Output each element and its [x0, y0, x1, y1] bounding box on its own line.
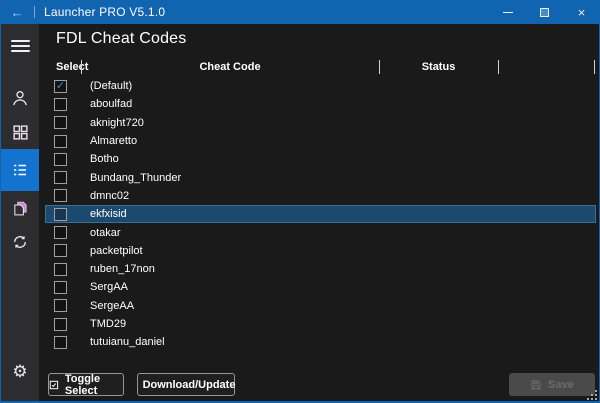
- row-checkbox[interactable]: [54, 189, 67, 202]
- back-button[interactable]: ←: [0, 5, 34, 20]
- column-header-cheat-code[interactable]: Cheat Code: [81, 61, 379, 73]
- sidebar-spacer: [1, 259, 39, 355]
- row-checkbox[interactable]: [54, 244, 67, 257]
- table-row[interactable]: aknight720: [45, 114, 596, 132]
- table-header: Select Cheat Code Status: [39, 60, 599, 76]
- table-row[interactable]: dmnc02: [45, 187, 596, 205]
- column-divider[interactable]: [498, 60, 499, 74]
- person-icon: [10, 88, 30, 108]
- row-checkbox[interactable]: [54, 318, 67, 331]
- sidebar-menu-button[interactable]: [1, 29, 39, 63]
- cheat-code-name: Almaretto: [90, 135, 137, 147]
- sidebar-item-settings[interactable]: ⚙: [1, 355, 39, 389]
- sidebar-item-cheat-codes[interactable]: [1, 149, 39, 191]
- table-row[interactable]: ✓ (Default): [45, 77, 596, 95]
- cheat-code-name: tutuianu_daniel: [90, 336, 165, 348]
- minimize-icon: [503, 12, 513, 13]
- table-row[interactable]: SergeAA: [45, 297, 596, 315]
- sidebar-item-apps[interactable]: [1, 115, 39, 149]
- cheat-code-name: SergeAA: [90, 300, 134, 312]
- table-row[interactable]: Almaretto: [45, 132, 596, 150]
- maximize-icon: [540, 8, 549, 17]
- sidebar-item-profile[interactable]: [1, 81, 39, 115]
- row-checkbox[interactable]: [54, 116, 67, 129]
- download-update-label: Download/Update: [143, 379, 236, 391]
- cheat-code-name: aboulfad: [90, 98, 132, 110]
- hamburger-icon: [11, 37, 30, 55]
- list-icon: [11, 161, 29, 179]
- cheat-code-name: TMD29: [90, 318, 126, 330]
- cheat-code-name: aknight720: [90, 117, 144, 129]
- row-checkbox[interactable]: [54, 281, 67, 294]
- download-update-button[interactable]: Download/Update: [137, 373, 235, 396]
- row-checkbox[interactable]: [54, 336, 67, 349]
- row-checkbox[interactable]: [54, 208, 67, 221]
- row-checkbox[interactable]: [54, 98, 67, 111]
- resize-grip[interactable]: [586, 389, 598, 401]
- save-button[interactable]: Save: [509, 373, 595, 396]
- row-checkbox[interactable]: [54, 263, 67, 276]
- cheat-code-name: ekfxisid: [90, 208, 127, 220]
- row-checkbox[interactable]: [54, 299, 67, 312]
- cheat-code-name: packetpilot: [90, 245, 143, 257]
- table-row[interactable]: Bundang_Thunder: [45, 168, 596, 186]
- cheat-code-name: Bundang_Thunder: [90, 172, 181, 184]
- grid-icon: [12, 124, 29, 141]
- cheat-code-name: otakar: [90, 227, 121, 239]
- cheat-code-list: ✓ (Default) aboulfad aknight720 Almarett…: [45, 77, 596, 351]
- title-bar: ← Launcher PRO V5.1.0 ×: [0, 0, 600, 24]
- cheat-code-name: Botho: [90, 153, 119, 165]
- sidebar-item-copy[interactable]: [1, 191, 39, 225]
- table-row[interactable]: packetpilot: [45, 242, 596, 260]
- row-checkbox[interactable]: [54, 171, 67, 184]
- table-row[interactable]: otakar: [45, 223, 596, 241]
- save-icon: [530, 379, 542, 391]
- row-checkbox[interactable]: [54, 135, 67, 148]
- cheat-code-name: SergAA: [90, 281, 128, 293]
- table-row[interactable]: ruben_17non: [45, 260, 596, 278]
- sidebar-item-sync[interactable]: [1, 225, 39, 259]
- table-row[interactable]: aboulfad: [45, 95, 596, 113]
- maximize-button[interactable]: [526, 0, 563, 24]
- window-title: Launcher PRO V5.1.0: [44, 5, 165, 19]
- toggle-select-label: Toggle Select: [65, 373, 123, 397]
- column-header-status[interactable]: Status: [379, 61, 498, 73]
- cheat-code-name: ruben_17non: [90, 263, 155, 275]
- column-divider[interactable]: [594, 60, 595, 74]
- check-square-icon: [49, 379, 59, 391]
- pages-icon: [12, 200, 29, 217]
- app-window: ← Launcher PRO V5.1.0 ×: [0, 0, 600, 403]
- table-row[interactable]: ekfxisid: [45, 205, 596, 223]
- cheat-code-name: (Default): [90, 80, 132, 92]
- cheat-code-name: dmnc02: [90, 190, 129, 202]
- row-checkbox[interactable]: ✓: [54, 80, 67, 93]
- row-checkbox[interactable]: [54, 153, 67, 166]
- minimize-button[interactable]: [489, 0, 526, 24]
- table-row[interactable]: TMD29: [45, 315, 596, 333]
- row-checkbox[interactable]: [54, 226, 67, 239]
- table-row[interactable]: tutuianu_daniel: [45, 333, 596, 351]
- page-title: FDL Cheat Codes: [56, 30, 186, 48]
- table-row[interactable]: SergAA: [45, 278, 596, 296]
- sidebar: ⚙: [1, 24, 39, 401]
- titlebar-divider: [34, 6, 35, 18]
- refresh-icon: [11, 233, 29, 251]
- toggle-select-button[interactable]: Toggle Select: [48, 373, 124, 396]
- main-content: FDL Cheat Codes Select Cheat Code Status…: [39, 24, 599, 401]
- close-icon: ×: [578, 6, 586, 19]
- table-row[interactable]: Botho: [45, 150, 596, 168]
- save-label: Save: [548, 379, 574, 391]
- close-button[interactable]: ×: [563, 0, 600, 24]
- gear-icon: ⚙: [12, 364, 27, 381]
